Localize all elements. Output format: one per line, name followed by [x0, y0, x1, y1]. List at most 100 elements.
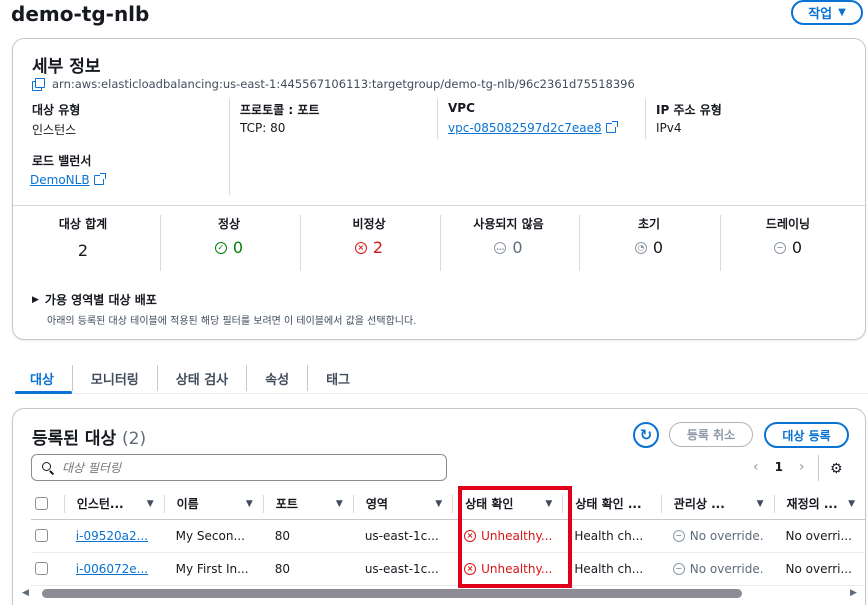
column-header[interactable]: 재정의 ... ▼ [773, 489, 865, 520]
targets-table: 인스턴... ▼ 이름 ▼ 포트 ▼ 영역 ▼ 상태 확인 ▼ 상태 확인 ... 관리상… [31, 489, 865, 586]
target-type-label: 대상 유형 [32, 103, 81, 117]
stat-value: 2 [77, 241, 89, 260]
target-type-value: 인스턴스 [32, 123, 77, 137]
lb-link-text[interactable]: DemoNLB [30, 173, 90, 187]
sort-icon: ▼ [435, 498, 443, 509]
filter-field[interactable] [31, 454, 447, 481]
arn-row: arn:aws:elasticloadbalancing:us-east-1:4… [32, 77, 635, 91]
copy-icon[interactable] [32, 77, 45, 91]
minus-circle-icon: − [672, 529, 685, 542]
target-name: My Secon... [175, 528, 245, 543]
az-title: 가용 영역별 대상 배포 [44, 293, 157, 307]
column-header[interactable]: 포트 ▼ [262, 489, 353, 520]
filter-input[interactable] [62, 460, 422, 475]
register-targets-button[interactable]: 대상 등록 [764, 422, 849, 448]
column-header[interactable]: 인스턴... ▼ [63, 489, 164, 520]
prev-page-icon[interactable]: ‹ [753, 459, 759, 475]
vpc-link-text[interactable]: vpc-085082597d2c7eae8 [448, 121, 602, 135]
stat-value: 2 [372, 238, 384, 257]
scroll-left-icon[interactable]: ◀ [22, 588, 29, 598]
tab-health-checks[interactable]: 상태 검사 [158, 365, 248, 391]
next-page-icon[interactable]: › [799, 459, 805, 475]
targets-title-text: 등록된 대상 [32, 429, 117, 449]
pagination: ‹ 1 › [753, 459, 805, 475]
target-name: My First In... [175, 561, 249, 576]
sort-icon: ▼ [245, 498, 253, 509]
az-description: 아래의 등록된 대상 테이블에 적용된 해당 필터를 보려면 이 테이블에서 값… [47, 316, 417, 327]
row-checkbox[interactable] [35, 529, 48, 542]
instance-link[interactable]: i-006072e... [76, 562, 148, 576]
stat-label: 대상 합계 [58, 217, 108, 231]
unused-circle-icon: … [494, 241, 507, 254]
stat-value: 0 [652, 238, 664, 257]
stat-healthy[interactable]: 정상 ✓ 0 [159, 215, 299, 257]
scroll-right-icon[interactable]: ▶ [850, 588, 857, 598]
horizontal-scrollbar[interactable]: ◀ ▶ [12, 588, 866, 599]
actions-label: 작업 [808, 7, 833, 22]
tab-bar: 대상 모니터링 상태 검사 속성 태그 [12, 362, 368, 394]
stat-label: 드레이닝 [765, 217, 811, 231]
instance-link[interactable]: i-09520a2... [76, 529, 148, 543]
lb-link[interactable]: DemoNLB [30, 173, 106, 187]
ip-type-label: IP 주소 유형 [656, 103, 722, 117]
current-page[interactable]: 1 [775, 460, 783, 474]
error-circle-icon: × [354, 241, 367, 254]
health-detail: Health ch... [574, 561, 644, 576]
override-detail: No overri... [785, 528, 852, 543]
details-title: 세부 정보 [32, 57, 101, 77]
external-link-icon [605, 121, 618, 133]
stat-unhealthy[interactable]: 비정상 × 2 [299, 215, 439, 257]
check-circle-icon: ✓ [214, 241, 227, 254]
arn-text: arn:aws:elasticloadbalancing:us-east-1:4… [52, 77, 635, 91]
az-distribution-toggle[interactable]: ▶ 가용 영역별 대상 배포 [32, 291, 157, 308]
sort-icon: ▼ [146, 498, 154, 509]
stat-initial[interactable]: 초기 ◔ 0 [579, 215, 719, 257]
scroll-thumb[interactable] [42, 589, 742, 598]
active-tab-indicator [15, 391, 72, 394]
search-icon [42, 461, 54, 474]
stat-value: 0 [232, 238, 244, 257]
ip-type-value: IPv4 [656, 121, 682, 135]
target-zone: us-east-1c... [364, 561, 439, 576]
sort-icon: ▼ [756, 498, 764, 509]
table-header-row: 인스턴... ▼ 이름 ▼ 포트 ▼ 영역 ▼ 상태 확인 ▼ 상태 확인 ... 관리상… [31, 489, 865, 520]
protocol-value: TCP: 80 [240, 121, 286, 135]
deregister-button[interactable]: 등록 취소 [669, 422, 753, 447]
health-detail: Health ch... [574, 528, 644, 543]
admin-override: No override. [689, 561, 764, 576]
table-row[interactable]: i-09520a2... My Secon... 80 us-east-1c..… [31, 519, 865, 553]
column-header[interactable]: 영역 ▼ [352, 489, 453, 520]
refresh-icon[interactable]: ↻ [633, 422, 659, 448]
row-checkbox[interactable] [35, 562, 48, 575]
tab-tags[interactable]: 태그 [308, 365, 368, 391]
sort-icon: ▼ [335, 498, 343, 509]
external-link-icon [93, 173, 106, 185]
stat-draining[interactable]: 드레이닝 −0 [718, 215, 858, 257]
tab-attributes[interactable]: 속성 [247, 365, 309, 391]
caret-down-icon: ▼ [838, 7, 846, 18]
table-row[interactable]: i-006072e... My First In... 80 us-east-1… [31, 552, 865, 586]
vpc-link[interactable]: vpc-085082597d2c7eae8 [448, 121, 618, 135]
gear-icon[interactable]: ⚙ [830, 461, 843, 477]
select-all-checkbox[interactable] [35, 497, 48, 511]
stat-value: 0 [512, 238, 523, 257]
target-port: 80 [274, 561, 291, 576]
column-header[interactable]: 이름 ▼ [163, 489, 263, 520]
actions-button[interactable]: 작업 ▼ [791, 0, 863, 25]
clock-circle-icon: ◔ [634, 241, 647, 254]
admin-override: No override. [689, 528, 764, 543]
registered-targets-panel: 등록된 대상 (2) ↻ 등록 취소 대상 등록 ‹ 1 › ⚙ 인스턴...▼… [12, 408, 866, 605]
sort-icon: ▼ [848, 498, 855, 509]
vpc-label: VPC [448, 101, 475, 115]
targets-title: 등록된 대상 (2) [32, 424, 146, 449]
column-header[interactable]: 관리상 ... ▼ [660, 489, 774, 520]
stat-label: 사용되지 않음 [473, 217, 544, 231]
tab-targets[interactable]: 대상 [12, 365, 73, 391]
caret-right-icon: ▶ [32, 294, 39, 305]
override-detail: No overri... [785, 561, 852, 576]
stat-total[interactable]: 대상 합계 2 [13, 215, 153, 260]
stat-value: 0 [791, 238, 803, 257]
tab-monitoring[interactable]: 모니터링 [73, 365, 158, 391]
column-header[interactable]: 상태 확인 ... [562, 489, 661, 520]
stat-unused[interactable]: 사용되지 않음 … 0 [441, 215, 576, 257]
